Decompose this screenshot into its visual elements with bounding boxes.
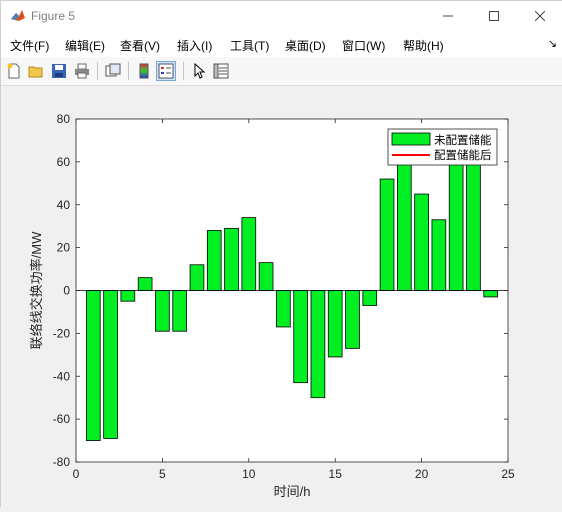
- menu-edit[interactable]: 编辑(E): [65, 37, 105, 54]
- legend-label-bar: 未配置储能: [434, 133, 492, 147]
- legend-swatch-bar: [391, 132, 431, 146]
- bar: [241, 217, 257, 291]
- x-axis-label: 时间/h: [274, 484, 311, 499]
- y-tick-label: 60: [57, 155, 71, 169]
- figure-canvas: 0 5 10 15 20 25 -80 -60 -40 -20 0 20 40 60 80 时间/h 联络…: [1, 86, 562, 508]
- new-figure-icon: [7, 63, 20, 79]
- menu-bar: 文件(F) 编辑(E) 查看(V) 插入(I) 工具(T) 桌面(D) 窗口(W…: [1, 33, 562, 57]
- toolbar-separator: [128, 62, 129, 80]
- x-tick-label: 25: [501, 467, 515, 481]
- menu-window[interactable]: 窗口(W): [342, 37, 385, 54]
- y-tick-label: -60: [53, 412, 71, 426]
- bar: [224, 227, 239, 291]
- maximize-button[interactable]: [471, 1, 517, 31]
- y-axis-label: 联络线交换功率/MW: [29, 231, 44, 349]
- copy-figure-icon: [105, 63, 121, 77]
- close-icon: [535, 11, 545, 21]
- x-tick-label: 0: [73, 467, 80, 481]
- menu-desktop[interactable]: 桌面(D): [285, 37, 326, 54]
- print-icon: [75, 63, 89, 79]
- bar: [345, 290, 360, 349]
- bar: [172, 290, 187, 332]
- save-button[interactable]: [49, 61, 69, 81]
- bar: [103, 290, 118, 439]
- bar: [293, 290, 308, 384]
- y-tick-label: -40: [53, 369, 71, 383]
- menu-overflow-arrow[interactable]: ↘: [548, 37, 557, 50]
- maximize-icon: [489, 11, 499, 21]
- x-tick-label: 5: [159, 467, 166, 481]
- close-button[interactable]: [517, 1, 562, 31]
- menu-tools[interactable]: 工具(T): [230, 37, 269, 54]
- x-tick-label: 15: [329, 467, 343, 481]
- bar: [414, 193, 429, 291]
- bar: [206, 230, 222, 291]
- open-file-button[interactable]: [26, 61, 46, 81]
- pointer-button[interactable]: [189, 61, 209, 81]
- copy-figure-button[interactable]: [103, 61, 123, 81]
- bar: [258, 262, 274, 291]
- figure-window: Figure 5 文件(F) 编辑(E) 查看(V) 插入(I) 工具(T) 桌…: [0, 0, 562, 508]
- open-file-icon: [28, 66, 43, 78]
- legend-label-line: 配置储能后: [434, 148, 492, 162]
- bar: [120, 290, 136, 302]
- y-tick-label: 80: [57, 112, 71, 126]
- title-bar[interactable]: Figure 5: [1, 1, 562, 33]
- bar: [431, 219, 447, 291]
- x-tick-label: 10: [242, 467, 256, 481]
- bar: [137, 277, 153, 291]
- bar: [276, 290, 291, 328]
- bar: [483, 290, 499, 298]
- menu-view[interactable]: 查看(V): [120, 37, 160, 54]
- window-title: Figure 5: [31, 9, 76, 23]
- new-figure-button[interactable]: [4, 61, 24, 81]
- legend[interactable]: 未配置储能 配置储能后: [387, 128, 498, 166]
- y-tick-label: -20: [53, 326, 71, 340]
- bar: [189, 264, 205, 291]
- legend-button[interactable]: [156, 61, 176, 81]
- property-inspector-button[interactable]: [211, 61, 231, 81]
- print-button[interactable]: [72, 61, 92, 81]
- bar: [85, 290, 101, 441]
- y-tick-label: -80: [53, 455, 71, 469]
- bar: [397, 157, 412, 291]
- y-tick-label: 40: [57, 198, 71, 212]
- menu-help[interactable]: 帮助(H): [403, 37, 444, 54]
- x-tick-label: 20: [415, 467, 429, 481]
- y-tick-label: 0: [63, 284, 70, 298]
- legend-icon: [158, 63, 174, 79]
- y-tick-label: 20: [57, 241, 71, 255]
- save-icon: [52, 64, 66, 78]
- colorbar-icon: [139, 63, 149, 79]
- pointer-icon: [194, 63, 206, 79]
- toolbar-separator: [97, 62, 98, 80]
- menu-file[interactable]: 文件(F): [10, 37, 49, 54]
- bar-chart: 0 5 10 15 20 25 -80 -60 -40 -20 0 20 40 60 80 时间/h 联络…: [29, 112, 515, 499]
- minimize-icon: [443, 15, 453, 17]
- bar: [327, 290, 343, 358]
- property-inspector-icon: [213, 63, 229, 79]
- menu-insert[interactable]: 插入(I): [177, 37, 212, 54]
- bar: [310, 290, 326, 399]
- colorbar-button[interactable]: [134, 61, 154, 81]
- toolbar-separator: [183, 62, 184, 80]
- toolbar: [1, 57, 562, 86]
- matlab-icon: [10, 8, 26, 24]
- bar: [362, 290, 378, 306]
- bar: [155, 290, 170, 332]
- minimize-button[interactable]: [425, 1, 471, 31]
- bar: [379, 178, 395, 291]
